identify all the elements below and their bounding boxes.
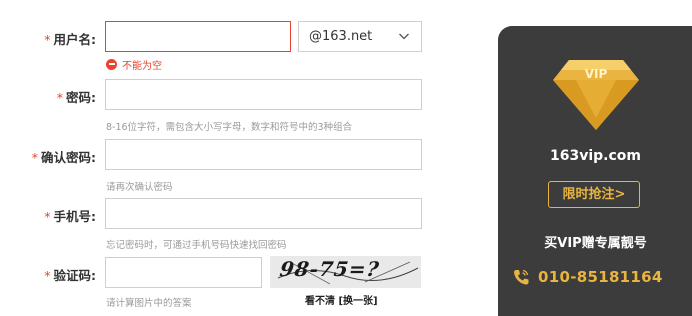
- captcha-hint: 请计算图片中的答案: [106, 298, 192, 309]
- username-error-text: 不能为空: [122, 60, 162, 72]
- vip-site: 163vip.com: [550, 148, 641, 164]
- phone-label-text: 手机号:: [53, 209, 97, 224]
- phone-hint: 忘记密码时，可通过手机号码快速找回密码: [106, 240, 287, 251]
- captcha-text: 98-75=?: [278, 257, 382, 281]
- vip-phone-number: 010-85181164: [538, 268, 663, 286]
- required-mark: *: [44, 209, 51, 224]
- password-hint: 8-16位字符，需包含大小写字母，数字和符号中的3种组合: [106, 122, 353, 133]
- username-error: 不能为空: [106, 57, 162, 72]
- username-input[interactable]: [105, 21, 291, 52]
- phone-input[interactable]: [105, 198, 422, 229]
- domain-select[interactable]: @163.net: [298, 21, 422, 52]
- confirm-password-hint: 请再次确认密码: [106, 182, 173, 193]
- chevron-down-icon: [399, 33, 409, 40]
- vip-hotline: 010-85181164: [512, 268, 663, 286]
- phone-label: * 手机号:: [44, 206, 96, 225]
- vip-slogan: 买VIP赠专属靓号: [544, 236, 647, 251]
- required-mark: *: [31, 150, 38, 165]
- required-mark: *: [56, 90, 63, 105]
- vip-badge-text: VIP: [585, 67, 608, 81]
- diamond-icon: VIP: [553, 60, 639, 130]
- confirm-password-label: * 确认密码:: [32, 147, 96, 166]
- password-label: * 密码:: [57, 87, 96, 106]
- grab-now-button[interactable]: 限时抢注>: [548, 181, 640, 208]
- vip-panel: VIP 163vip.com 限时抢注> 买VIP赠专属靓号 010-85181…: [498, 26, 692, 316]
- required-mark: *: [44, 32, 51, 47]
- captcha-label-text: 验证码:: [53, 268, 97, 283]
- required-mark: *: [44, 268, 51, 283]
- confirm-password-label-text: 确认密码:: [41, 150, 96, 165]
- domain-select-value: @163.net: [309, 29, 373, 44]
- username-label-text: 用户名:: [53, 32, 97, 47]
- captcha-label: * 验证码:: [44, 265, 96, 284]
- phone-icon: [514, 269, 529, 285]
- password-input[interactable]: [105, 79, 422, 110]
- captcha-image[interactable]: 98-75=?: [270, 256, 421, 288]
- username-label: * 用户名:: [44, 29, 96, 48]
- captcha-refresh-link[interactable]: 看不清 [换一张]: [305, 292, 378, 307]
- error-icon: [106, 58, 117, 70]
- password-label-text: 密码:: [66, 90, 96, 105]
- confirm-password-input[interactable]: [105, 139, 422, 170]
- captcha-input[interactable]: [105, 257, 262, 288]
